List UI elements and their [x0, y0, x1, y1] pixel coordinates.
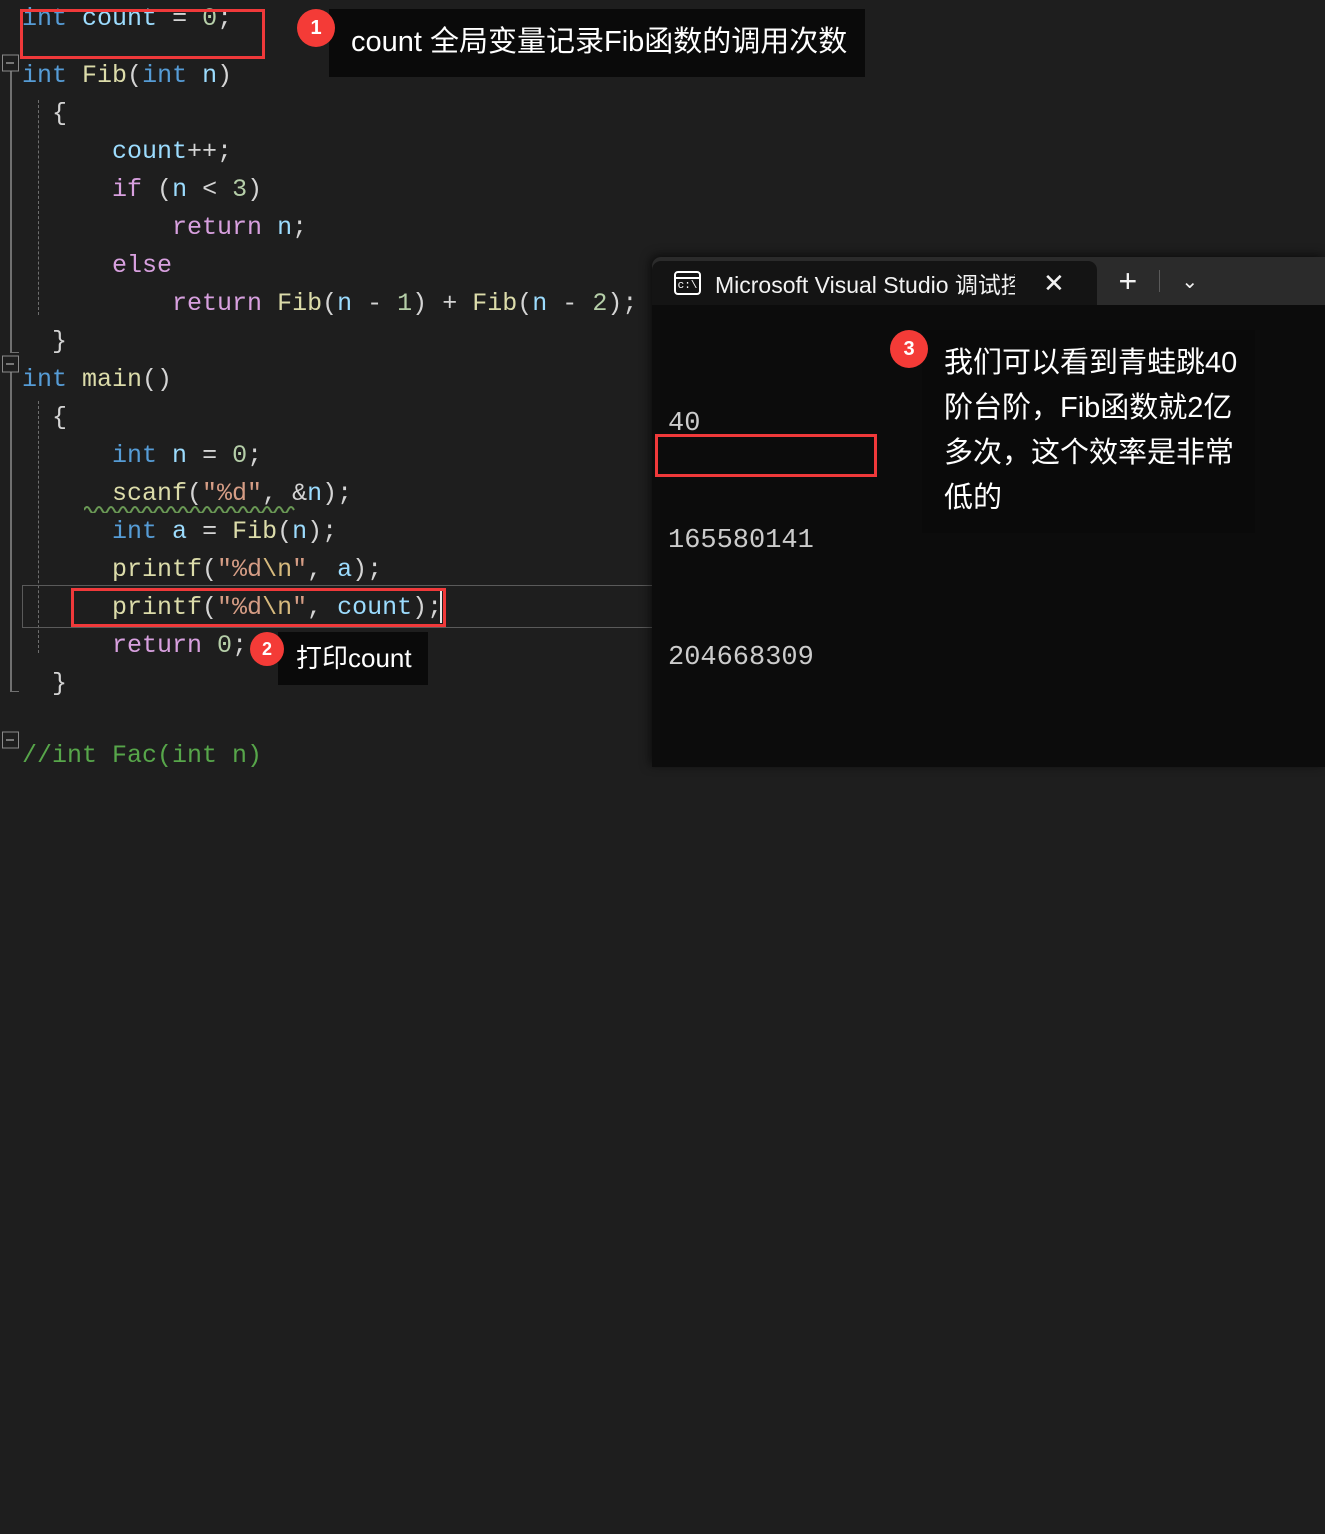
close-icon[interactable]: ✕ [1029, 268, 1079, 299]
text-caret [440, 590, 442, 623]
annotation-callout-3: 3 我们可以看到青蛙跳40 阶台阶，Fib函数就2亿 多次，这个效率是非常 低的 [890, 330, 1256, 533]
new-tab-icon[interactable]: + [1097, 257, 1159, 305]
annotation-badge: 2 [250, 632, 284, 666]
code-line-9[interactable]: } [0, 323, 660, 362]
annotation-text: 打印count [267, 632, 428, 685]
code-line-5[interactable]: if (n < 3) [0, 171, 660, 210]
annotation-badge: 3 [890, 330, 928, 368]
code-line-8[interactable]: return Fib(n - 1) + Fib(n - 2); [0, 285, 660, 324]
spelling-squiggle [84, 506, 295, 513]
code-line-6[interactable]: return n; [0, 209, 660, 248]
console-tab[interactable]: c:\ Microsoft Visual Studio 调试控 ✕ [652, 261, 1097, 305]
terminal-cmd-icon: c:\ [674, 271, 701, 295]
annotation-text: 我们可以看到青蛙跳40 阶台阶，Fib函数就2亿 多次，这个效率是非常 低的 [910, 330, 1256, 533]
code-line-3[interactable]: { [0, 95, 660, 134]
code-line-15[interactable]: printf("%d\n", a); [0, 551, 660, 590]
console-line-highlighted: 204668309 [668, 643, 814, 673]
chevron-down-icon[interactable]: ⌄ [1160, 257, 1220, 305]
annotation-callout-1: 1 count 全局变量记录Fib函数的调用次数 [297, 9, 866, 77]
code-line-11[interactable]: { [0, 399, 660, 438]
console-tab-bar[interactable]: c:\ Microsoft Visual Studio 调试控 ✕ + ⌄ [652, 257, 1325, 305]
code-line-16[interactable]: printf("%d\n", count); [0, 589, 660, 628]
code-line-14[interactable]: int a = Fib(n); [0, 513, 660, 552]
code-line-20[interactable]: //int Fac(int n) [0, 737, 660, 776]
annotation-text: count 全局变量记录Fib函数的调用次数 [317, 9, 866, 77]
console-tab-title: Microsoft Visual Studio 调试控 [715, 272, 1015, 298]
code-text[interactable]: int count = 0; int Fib(int n) { count++;… [0, 0, 660, 1534]
annotation-badge: 1 [297, 9, 335, 47]
code-line-7[interactable]: else [0, 247, 660, 286]
annotation-callout-2: 2 打印count [250, 632, 428, 685]
code-line-12[interactable]: int n = 0; [0, 437, 660, 476]
code-line-4[interactable]: count++; [0, 133, 660, 172]
code-line-10[interactable]: int main() [0, 361, 660, 400]
